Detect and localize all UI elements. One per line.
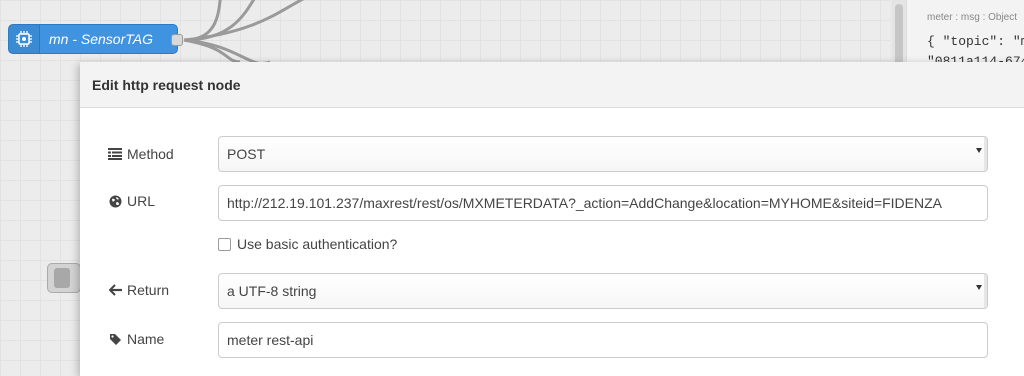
chevron-down-icon — [976, 148, 982, 153]
method-label: Method — [108, 146, 174, 162]
method-label-text: Method — [127, 146, 174, 162]
node-output-port[interactable] — [171, 34, 183, 46]
url-label-text: URL — [127, 193, 156, 209]
tag-icon — [108, 332, 122, 346]
partial-node[interactable] — [47, 263, 81, 293]
node-label: mn - SensorTAG — [49, 31, 153, 47]
url-input-value: http://212.19.101.237/maxrest/rest/os/MX… — [227, 195, 942, 211]
chip-icon — [9, 25, 40, 53]
name-input[interactable]: meter rest-api — [218, 322, 988, 358]
list-icon — [108, 147, 122, 161]
method-select-value: POST — [227, 146, 266, 162]
name-label: Name — [108, 331, 164, 347]
basic-auth-label: Use basic authentication? — [237, 236, 398, 252]
arrow-left-icon — [108, 283, 122, 297]
dialog-title: Edit http request node — [80, 62, 1024, 108]
sensortag-node[interactable]: mn - SensorTAG — [8, 24, 183, 54]
debug-message-line: { "topic": "meter — [927, 34, 1024, 49]
name-label-text: Name — [127, 331, 165, 347]
return-label-text: Return — [127, 282, 170, 298]
edit-node-dialog: Edit http request node Method POST URL h… — [80, 62, 1024, 376]
return-select-value: a UTF-8 string — [227, 283, 317, 299]
select-edge — [984, 137, 987, 171]
debug-message-meta: meter : msg : Object — [927, 12, 1018, 23]
basic-auth-row[interactable]: Use basic authentication? — [218, 236, 397, 252]
url-input[interactable]: http://212.19.101.237/maxrest/rest/os/MX… — [218, 185, 988, 221]
select-edge — [984, 274, 987, 308]
return-label: Return — [108, 282, 169, 298]
return-select[interactable]: a UTF-8 string — [218, 273, 988, 309]
globe-icon — [108, 194, 122, 208]
name-input-value: meter rest-api — [227, 332, 314, 348]
chevron-down-icon — [976, 285, 982, 290]
method-select[interactable]: POST — [218, 136, 988, 172]
basic-auth-checkbox[interactable] — [218, 237, 231, 251]
node-icon-placeholder — [54, 268, 70, 288]
url-label: URL — [108, 193, 155, 209]
